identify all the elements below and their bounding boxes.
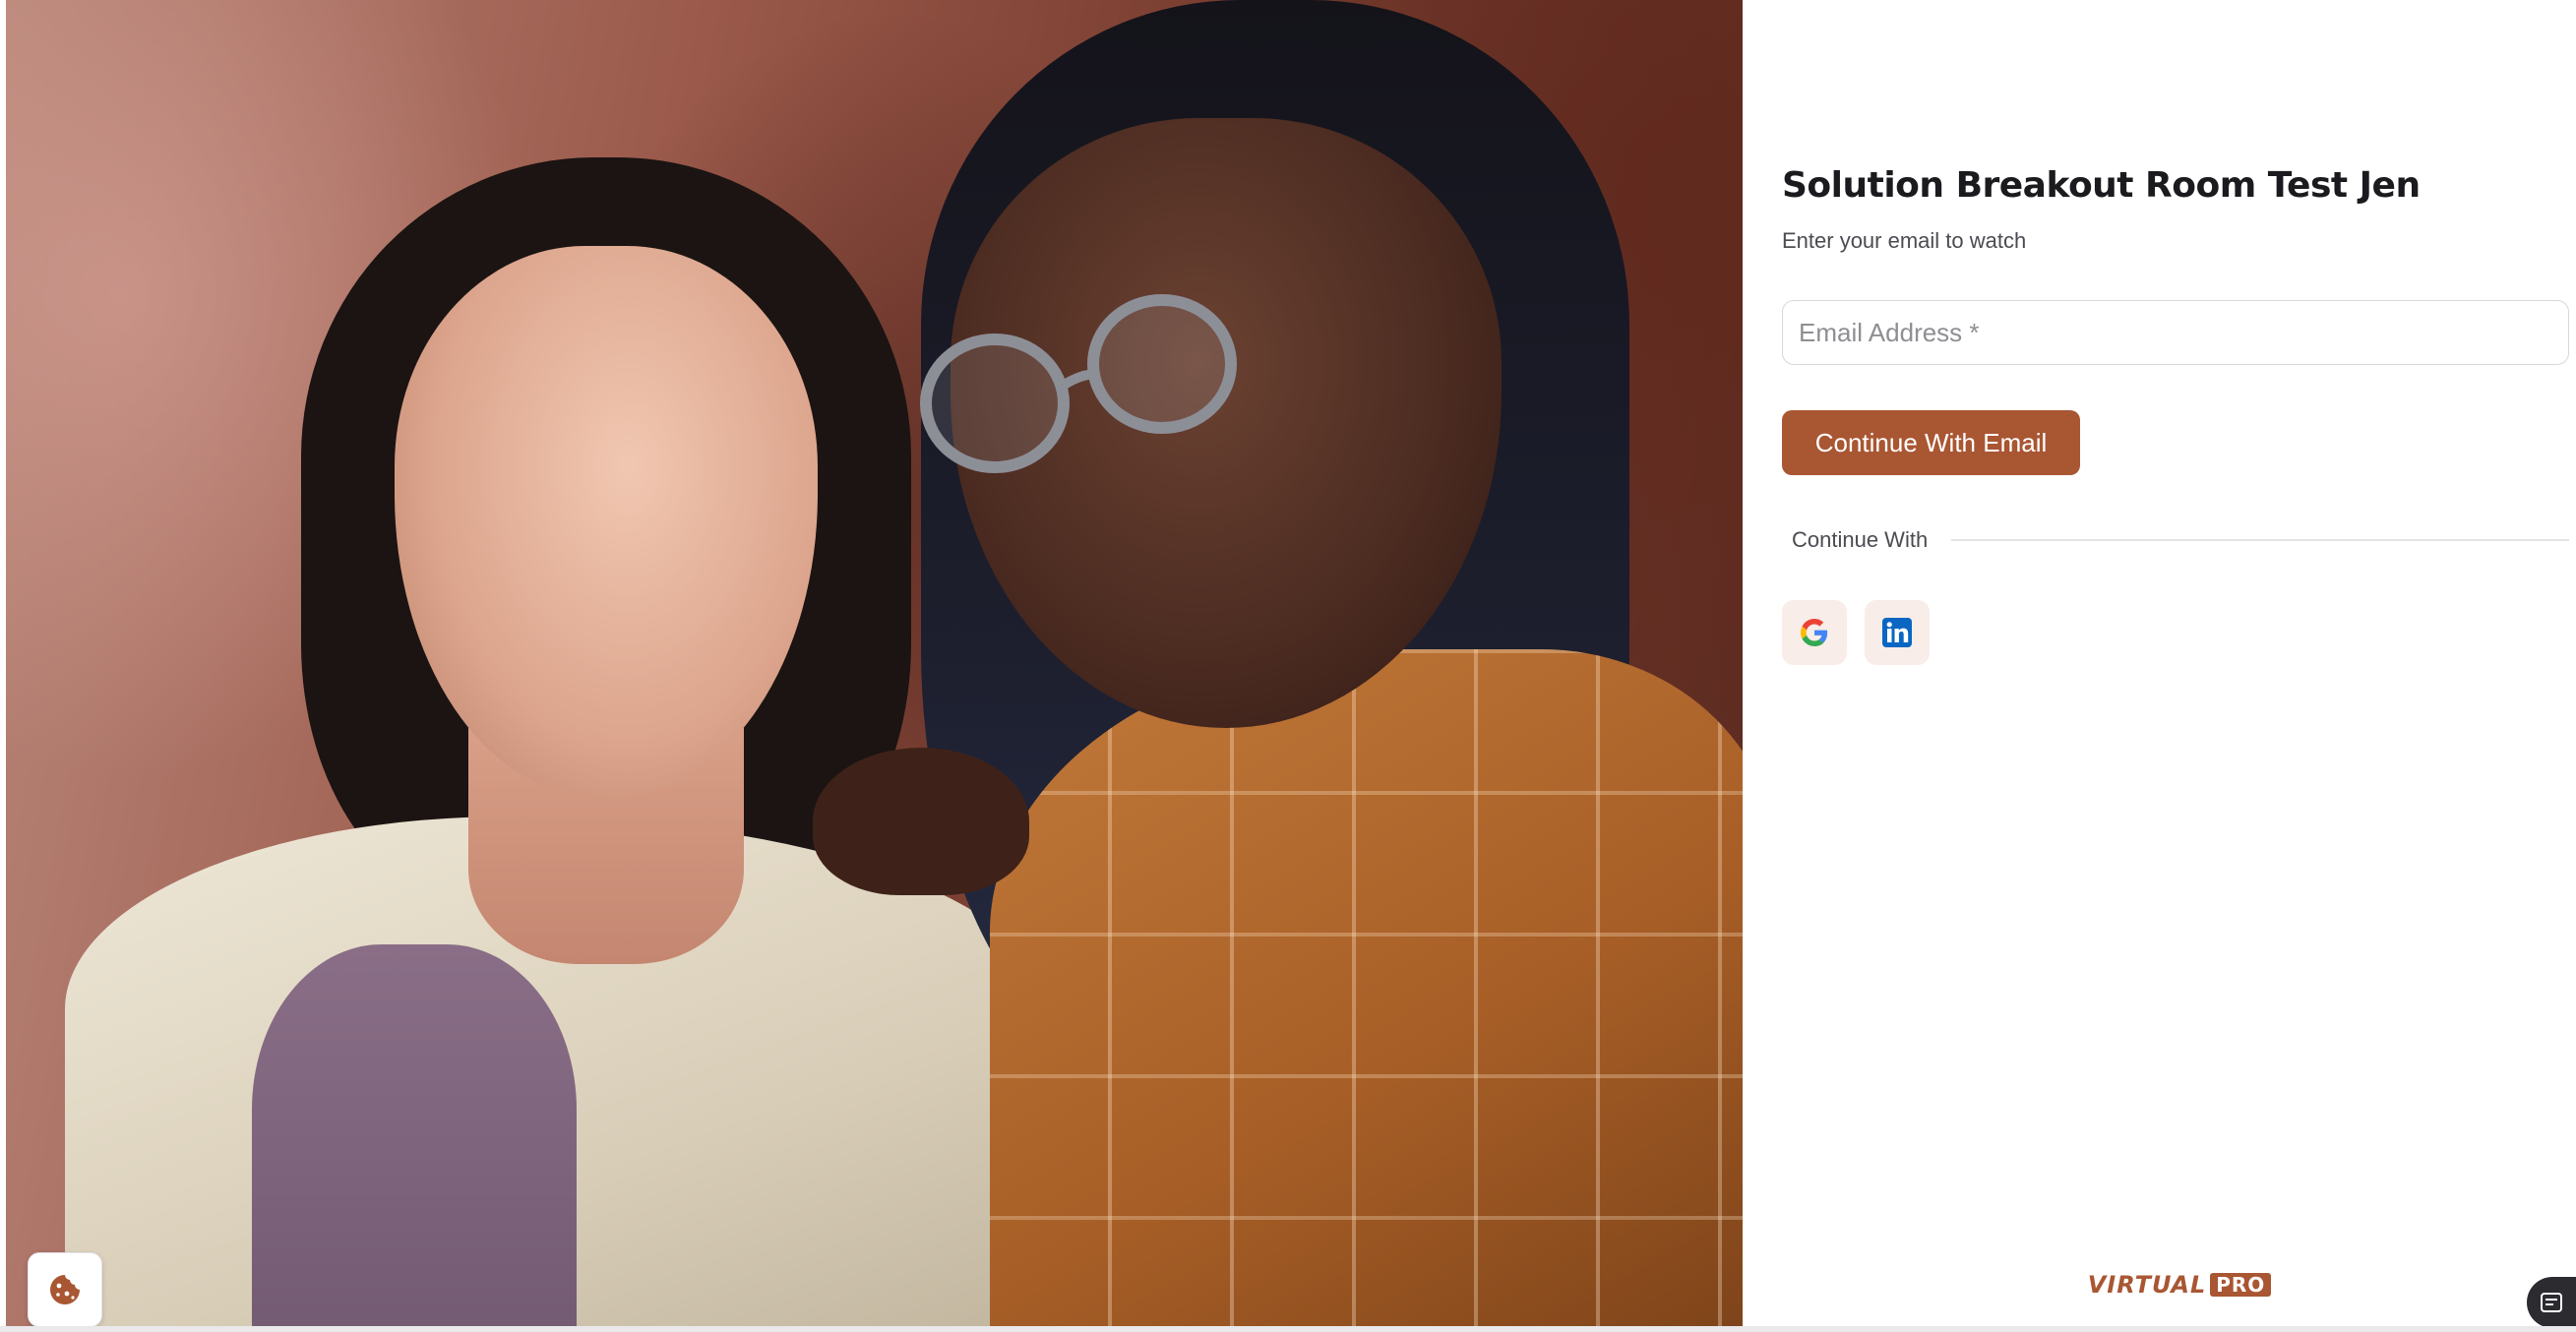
google-signin-button[interactable]: [1782, 600, 1847, 665]
divider-line: [1951, 539, 2569, 541]
signin-panel: Solution Breakout Room Test Jen Enter yo…: [1743, 0, 2576, 1332]
continue-with-divider: Continue With: [1792, 525, 2569, 555]
bottom-scroll-edge: [0, 1326, 2576, 1332]
continue-with-email-button[interactable]: Continue With Email: [1782, 410, 2080, 475]
page-title: Solution Breakout Room Test Jen: [1782, 165, 2421, 206]
person-2-shirt-plaid: [990, 649, 1743, 1326]
linkedin-signin-button[interactable]: [1865, 600, 1930, 665]
glasses: [920, 294, 1237, 473]
divider-label: Continue With: [1792, 527, 1929, 552]
linkedin-icon: [1882, 618, 1912, 647]
page-subtitle: Enter your email to watch: [1782, 228, 2027, 253]
accessibility-button[interactable]: [2527, 1277, 2576, 1328]
person-2-hand: [813, 748, 1029, 895]
brand-box: PRO: [2210, 1273, 2272, 1297]
brand-logo: VIRTUAL PRO: [2081, 1270, 2278, 1300]
brand-word: VIRTUAL: [2087, 1271, 2207, 1299]
accessibility-icon: [2541, 1293, 2562, 1312]
page: Solution Breakout Room Test Jen Enter yo…: [0, 0, 2576, 1332]
cookie-icon: [50, 1275, 80, 1304]
hero-photo: [6, 0, 1743, 1326]
email-field[interactable]: [1782, 300, 2569, 365]
cookie-settings-button[interactable]: [28, 1252, 102, 1327]
google-icon: [1801, 619, 1828, 646]
person-1-shirt: [252, 944, 577, 1326]
